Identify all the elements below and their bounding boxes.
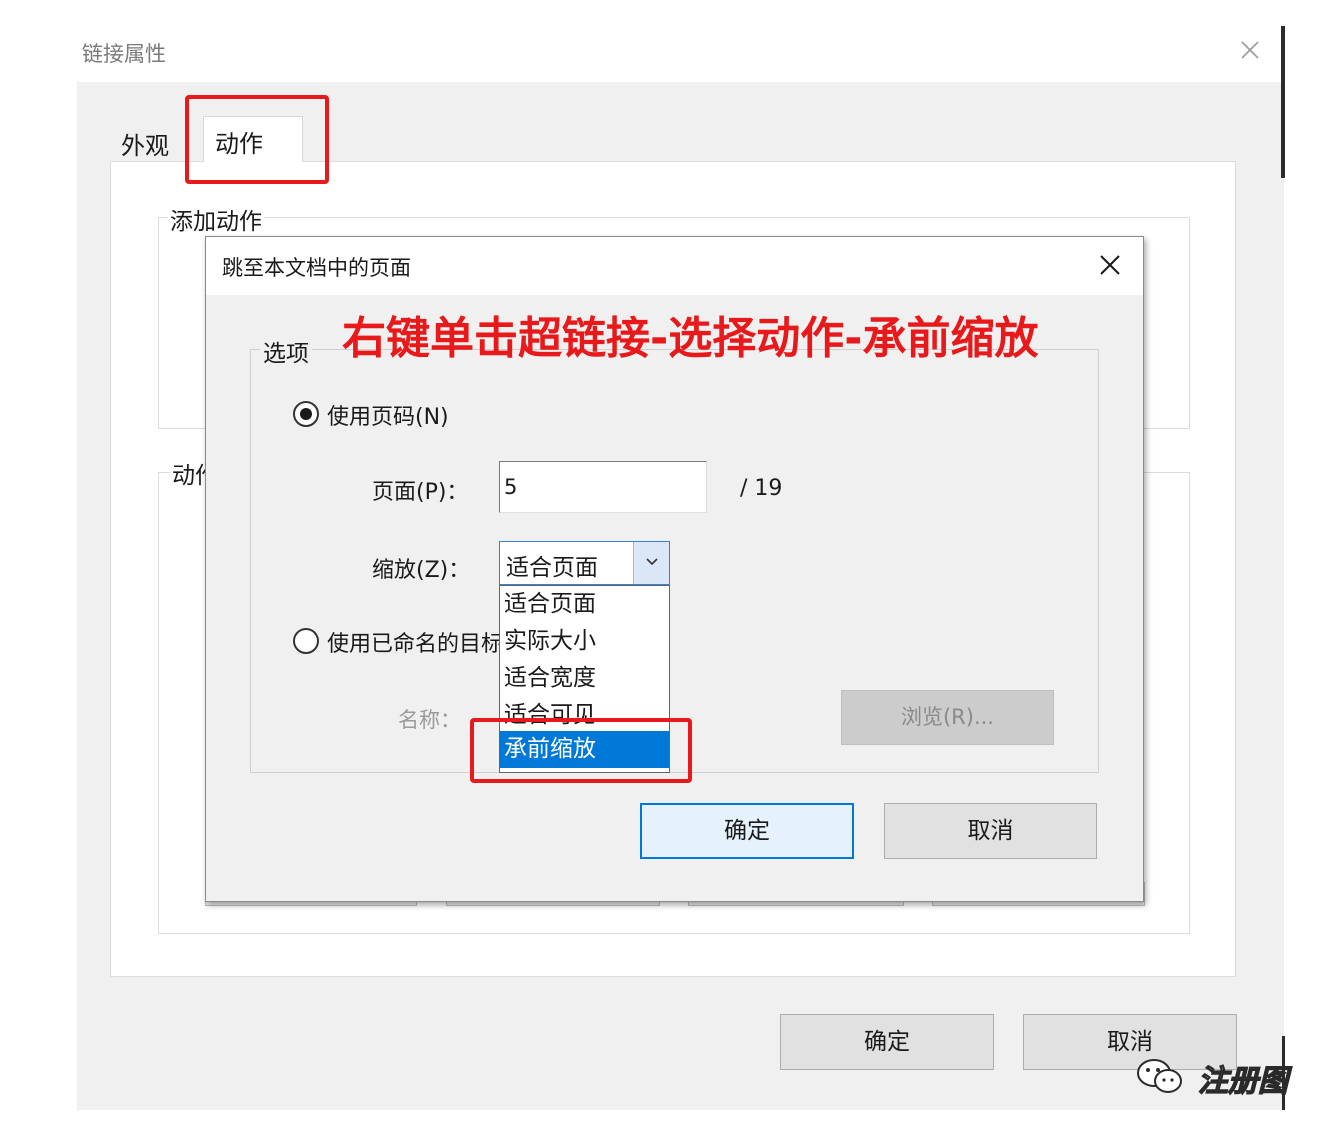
inner-close-icon[interactable] <box>1096 251 1124 279</box>
page-label: 页面(P)： <box>372 480 469 505</box>
browse-button[interactable]: 浏览(R)... <box>841 690 1054 745</box>
zoom-selected-value: 适合页面 <box>506 555 598 581</box>
use-named-dest-radio[interactable] <box>293 628 319 654</box>
use-page-number-label[interactable]: 使用页码(N) <box>327 399 449 431</box>
zoom-option-fit-page[interactable]: 适合页面 <box>500 586 669 623</box>
inner-ok-button[interactable]: 确定 <box>640 803 854 859</box>
watermark-text: 注册图 <box>1197 1063 1288 1099</box>
zoom-option-actual-size[interactable]: 实际大小 <box>500 623 669 660</box>
zoom-option-fit-width[interactable]: 适合宽度 <box>500 660 669 697</box>
use-named-dest-label[interactable]: 使用已命名的目标 <box>327 626 503 658</box>
use-page-number-radio[interactable] <box>293 401 319 427</box>
name-label: 名称： <box>398 708 461 732</box>
page-number-input[interactable] <box>499 461 707 513</box>
zoom-label: 缩放(Z)： <box>372 558 471 583</box>
wechat-icon <box>1137 1059 1182 1093</box>
add-action-label: 添加动作 <box>168 202 264 236</box>
page-total: / 19 <box>740 476 783 501</box>
options-label: 选项 <box>260 334 312 368</box>
outer-close-icon[interactable] <box>1236 36 1264 64</box>
outer-dialog-title: 链接属性 <box>82 42 166 66</box>
highlight-box-tab <box>185 95 329 184</box>
tab-appearance[interactable]: 外观 <box>121 126 169 161</box>
goto-page-title: 跳至本文档中的页面 <box>222 256 411 280</box>
outer-ok-button[interactable]: 确定 <box>780 1014 994 1070</box>
chevron-down-icon <box>646 558 658 566</box>
highlight-box-option <box>470 718 692 783</box>
annotation-text: 右键单击超链接-选择动作-承前缩放 <box>342 313 1039 364</box>
inner-cancel-button[interactable]: 取消 <box>884 803 1097 859</box>
window-edge <box>1281 26 1285 178</box>
radio-selected-dot <box>300 408 312 420</box>
